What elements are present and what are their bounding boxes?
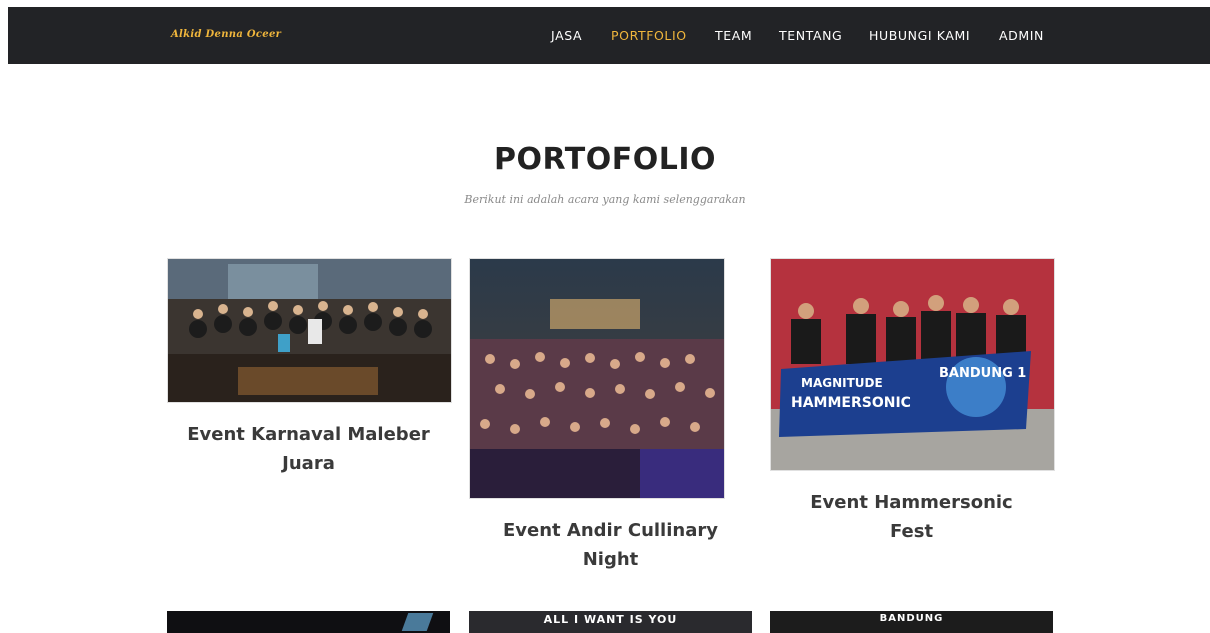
nav-item-jasa[interactable]: JASA <box>551 28 582 43</box>
photo-karnaval-icon <box>168 259 451 402</box>
section-subtitle: Berikut ini adalah acara yang kami selen… <box>464 193 746 206</box>
photo-hammersonic-icon: MAGNITUDE HAMMERSONIC BANDUNG 1 <box>771 259 1054 470</box>
photo-text: ALL I WANT IS YOU <box>543 613 678 626</box>
caption-line: Event Hammersonic <box>810 492 1013 513</box>
caption-line: Event Karnaval Maleber <box>187 424 430 445</box>
nav-item-hubungi-kami[interactable]: HUBUNGI KAMI <box>869 28 970 43</box>
caption-line: Fest <box>889 521 934 542</box>
photo-fragment-icon <box>401 613 434 631</box>
banner-text-bandung: BANDUNG 1 <box>939 366 1026 381</box>
section-title: PORTOFOLIO <box>494 142 716 177</box>
caption-line: Event Andir Cullinary <box>503 520 718 541</box>
nav-item-portfolio[interactable]: PORTFOLIO <box>611 28 687 43</box>
portfolio-image-next-3[interactable]: BANDUNG <box>770 611 1053 633</box>
photo-text: BANDUNG <box>879 613 944 624</box>
nav-item-tentang[interactable]: TENTANG <box>779 28 842 43</box>
banner-text-magnitude: MAGNITUDE <box>801 376 883 390</box>
nav-item-admin[interactable]: ADMIN <box>999 28 1044 43</box>
banner-text-hammersonic: HAMMERSONIC <box>791 395 911 411</box>
portfolio-image-next-2[interactable]: ALL I WANT IS YOU <box>469 611 752 633</box>
nav-item-team[interactable]: TEAM <box>715 28 752 43</box>
portfolio-image-karnaval[interactable] <box>167 258 452 403</box>
photo-andir-icon <box>470 259 724 498</box>
caption-line: Juara <box>282 453 335 474</box>
portfolio-image-hammersonic[interactable]: MAGNITUDE HAMMERSONIC BANDUNG 1 <box>770 258 1055 471</box>
portfolio-image-next-1[interactable] <box>167 611 450 633</box>
portfolio-image-andir[interactable] <box>469 258 725 499</box>
portfolio-caption-hammersonic[interactable]: Event Hammersonic Fest <box>770 488 1053 546</box>
nav-menu: JASA PORTFOLIO TEAM TENTANG HUBUNGI KAMI… <box>8 7 1210 64</box>
portfolio-caption-andir[interactable]: Event Andir Cullinary Night <box>469 516 752 574</box>
top-navbar: Alkid Denna Oceer JASA PORTFOLIO TEAM TE… <box>8 7 1210 64</box>
portfolio-caption-karnaval[interactable]: Event Karnaval Maleber Juara <box>167 420 450 478</box>
caption-line: Night <box>582 549 639 570</box>
